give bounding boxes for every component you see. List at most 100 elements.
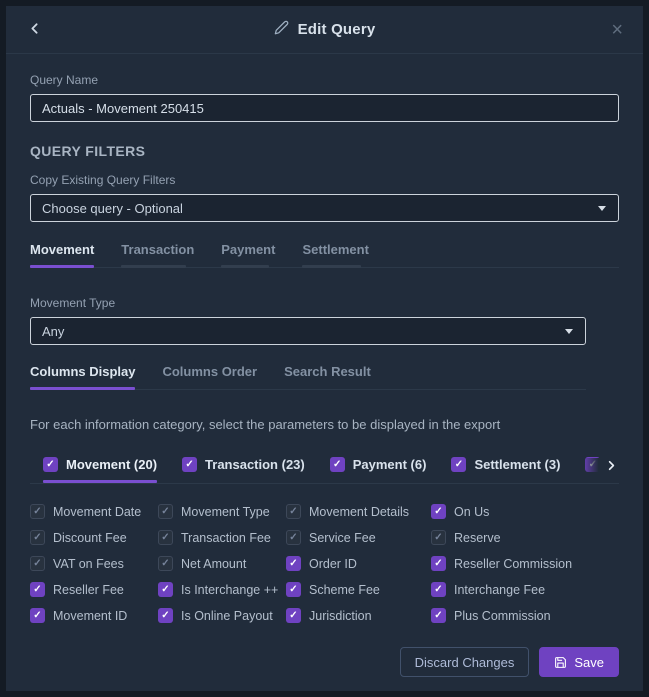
chevron-down-icon: [598, 206, 606, 211]
param-label: Movement Date: [53, 505, 141, 519]
param-label: Order ID: [309, 557, 357, 571]
param-label: Is Online Payout: [181, 609, 273, 623]
parameter-grid: ✓ Movement Date ✓ Movement Type ✓ Movement De…: [30, 504, 619, 623]
category-tab-movement-20[interactable]: ✓ Movement (20): [43, 457, 157, 472]
param-label: Movement Type: [181, 505, 270, 519]
movement-type-label: Movement Type: [30, 296, 619, 310]
param-on-us[interactable]: ✓ On Us: [431, 504, 619, 519]
checkbox-check-icon[interactable]: ✓: [330, 457, 345, 472]
checkbox-check-icon[interactable]: ✓: [286, 582, 301, 597]
param-reseller-commission[interactable]: ✓ Reseller Commission: [431, 556, 619, 571]
param-scheme-fee[interactable]: ✓ Scheme Fee: [286, 582, 431, 597]
modal-footer: Discard Changes Save: [400, 647, 619, 677]
save-button-label: Save: [574, 655, 604, 670]
query-filters-heading: QUERY FILTERS: [30, 143, 619, 159]
scroll-right-icon[interactable]: [582, 458, 619, 473]
checkbox-check-icon: ✓: [158, 530, 173, 545]
param-label: Discount Fee: [53, 531, 127, 545]
modal-body: Query Name QUERY FILTERS Copy Existing Q…: [6, 73, 643, 623]
save-icon: [554, 656, 567, 669]
filter-tabs: Movement Transaction Payment Settlement: [30, 242, 619, 268]
checkbox-check-icon[interactable]: ✓: [431, 556, 446, 571]
movement-type-select[interactable]: Any: [30, 317, 586, 345]
modal-title: Edit Query: [298, 21, 376, 38]
param-label: Scheme Fee: [309, 583, 380, 597]
checkbox-check-icon: ✓: [30, 504, 45, 519]
checkbox-check-icon[interactable]: ✓: [30, 582, 45, 597]
param-movement-date: ✓ Movement Date: [30, 504, 158, 519]
back-chevron-icon: [26, 20, 43, 40]
checkbox-check-icon[interactable]: ✓: [286, 608, 301, 623]
param-jurisdiction[interactable]: ✓ Jurisdiction: [286, 608, 431, 623]
checkbox-check-icon[interactable]: ✓: [431, 608, 446, 623]
param-order-id[interactable]: ✓ Order ID: [286, 556, 431, 571]
checkbox-check-icon: ✓: [286, 504, 301, 519]
param-movement-type: ✓ Movement Type: [158, 504, 286, 519]
param-label: Transaction Fee: [181, 531, 271, 545]
category-tabs: ✓Movement (20)✓Transaction (23)✓Payment …: [30, 457, 619, 483]
param-label: On Us: [454, 505, 489, 519]
checkbox-check-icon[interactable]: ✓: [431, 504, 446, 519]
param-label: Reseller Commission: [454, 557, 572, 571]
checkbox-check-icon[interactable]: ✓: [43, 457, 58, 472]
category-tab-transaction-23[interactable]: ✓Transaction (23): [182, 457, 305, 472]
movement-type-select-value: Any: [42, 324, 64, 339]
copy-filters-select[interactable]: Choose query - Optional: [30, 194, 619, 222]
category-label: Settlement (3): [474, 457, 560, 472]
category-label: Movement (20): [66, 457, 157, 472]
param-interchange-fee[interactable]: ✓ Interchange Fee: [431, 582, 619, 597]
display-tabs: Columns Display Columns Order Search Resul…: [30, 364, 586, 390]
checkbox-check-icon[interactable]: ✓: [158, 608, 173, 623]
checkbox-check-icon: ✓: [30, 556, 45, 571]
checkbox-check-icon[interactable]: ✓: [286, 556, 301, 571]
param-plus-commission[interactable]: ✓ Plus Commission: [431, 608, 619, 623]
param-movement-id[interactable]: ✓ Movement ID: [30, 608, 158, 623]
discard-changes-button[interactable]: Discard Changes: [400, 647, 530, 677]
checkbox-check-icon: ✓: [158, 504, 173, 519]
back-button[interactable]: [22, 16, 47, 44]
category-tab-settlement-3[interactable]: ✓ Settlement (3): [451, 457, 560, 472]
param-label: Movement ID: [53, 609, 127, 623]
tab-payment[interactable]: Payment: [221, 242, 275, 257]
tab-columns-order[interactable]: Columns Order: [162, 364, 257, 379]
save-button[interactable]: Save: [539, 647, 619, 677]
checkbox-check-icon[interactable]: ✓: [30, 608, 45, 623]
checkbox-check-icon[interactable]: ✓: [431, 582, 446, 597]
param-label: Reseller Fee: [53, 583, 124, 597]
param-reseller-fee[interactable]: ✓ Reseller Fee: [30, 582, 158, 597]
param-label: VAT on Fees: [53, 557, 124, 571]
tab-movement[interactable]: Movement: [30, 242, 94, 257]
category-tabs-wrap: ✓Movement (20)✓Transaction (23)✓Payment …: [30, 457, 619, 484]
param-transaction-fee: ✓ Transaction Fee: [158, 530, 286, 545]
query-name-input[interactable]: [30, 94, 619, 122]
checkbox-check-icon[interactable]: ✓: [182, 457, 197, 472]
param-label: Service Fee: [309, 531, 376, 545]
param-label: Reserve: [454, 531, 501, 545]
checkbox-check-icon: ✓: [431, 530, 446, 545]
checkbox-check-icon[interactable]: ✓: [158, 582, 173, 597]
param-reserve: ✓ Reserve: [431, 530, 619, 545]
param-is-interchange[interactable]: ✓Is Interchange ++: [158, 582, 286, 597]
param-label: Net Amount: [181, 557, 246, 571]
param-label: Movement Details: [309, 505, 409, 519]
checkbox-check-icon: ✓: [158, 556, 173, 571]
param-is-online-payout[interactable]: ✓ Is Online Payout: [158, 608, 286, 623]
param-label: Interchange Fee: [454, 583, 545, 597]
copy-filters-select-value: Choose query - Optional: [42, 201, 183, 216]
checkbox-check-icon[interactable]: ✓: [451, 457, 466, 472]
close-button[interactable]: ×: [607, 18, 627, 42]
instruction-text: For each information category, select th…: [30, 417, 619, 432]
chevron-down-icon: [565, 329, 573, 334]
tab-search-result[interactable]: Search Result: [284, 364, 371, 379]
category-tab-payment-6[interactable]: ✓ Payment (6): [330, 457, 427, 472]
param-label: Jurisdiction: [309, 609, 372, 623]
tab-transaction[interactable]: Transaction: [121, 242, 194, 257]
edit-pencil-icon: [274, 20, 289, 40]
category-label: Payment (6): [353, 457, 427, 472]
checkbox-check-icon: ✓: [30, 530, 45, 545]
param-discount-fee: ✓ Discount Fee: [30, 530, 158, 545]
param-label: Plus Commission: [454, 609, 551, 623]
param-net-amount: ✓ Net Amount: [158, 556, 286, 571]
tab-settlement[interactable]: Settlement: [302, 242, 368, 257]
tab-columns-display[interactable]: Columns Display: [30, 364, 135, 379]
